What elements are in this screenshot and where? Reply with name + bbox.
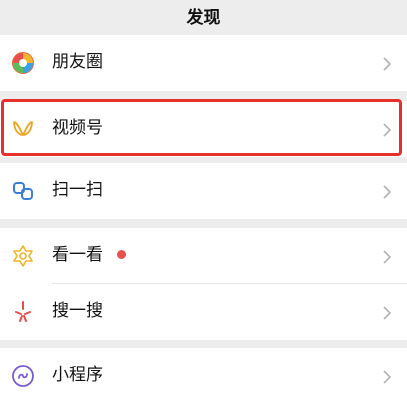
chevron-right-icon: [383, 123, 392, 137]
page-title: 发现: [186, 8, 221, 28]
mini-programs-label: 小程序: [52, 365, 103, 385]
chevron-right-icon: [383, 250, 392, 264]
chevron-right-icon: [383, 370, 392, 384]
discover-item-channels[interactable]: 视频号: [0, 101, 407, 157]
moments-label: 朋友圈: [52, 52, 103, 72]
search-icon: [15, 301, 31, 322]
top-stories-icon: [13, 245, 33, 267]
chevron-right-icon: [383, 185, 392, 199]
moments-icon: [12, 52, 34, 74]
chevron-right-icon: [383, 57, 392, 71]
search-label: 搜一搜: [52, 301, 103, 321]
chevron-right-icon: [383, 306, 392, 320]
notification-dot: [117, 250, 126, 259]
discover-item-moments[interactable]: 朋友圈: [0, 35, 407, 91]
discover-item-top-stories[interactable]: 看一看: [0, 228, 407, 284]
channels-icon: [13, 121, 33, 136]
scan-icon: [13, 182, 33, 200]
discover-item-mini-programs[interactable]: 小程序: [0, 348, 407, 404]
channels-label: 视频号: [52, 118, 103, 138]
top-stories-label: 看一看: [52, 245, 103, 265]
discover-item-search[interactable]: 搜一搜: [0, 284, 407, 340]
mini-programs-icon: [12, 365, 34, 387]
page-header: 发现: [0, 0, 407, 35]
scan-label: 扫一扫: [52, 180, 103, 200]
discover-item-scan[interactable]: 扫一扫: [0, 163, 407, 219]
